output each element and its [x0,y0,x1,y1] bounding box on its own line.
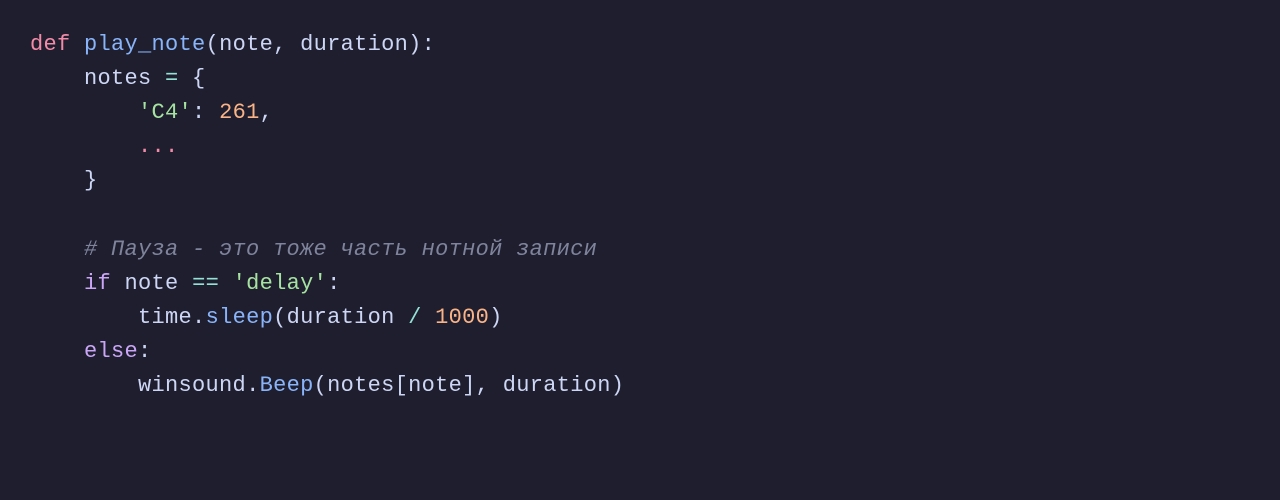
fn-sleep: sleep [206,305,274,330]
paren-close: ) [611,373,625,398]
indent [30,339,84,364]
dot: . [246,373,260,398]
brace-open: { [192,66,206,91]
function-name: play_note [84,32,206,57]
module-time: time [138,305,192,330]
comment: # Пауза - это тоже часть нотной записи [84,237,597,262]
string-delay: 'delay' [233,271,328,296]
indent [30,373,138,398]
bracket-close: ] [462,373,476,398]
param-duration: duration [300,32,408,57]
dot: . [192,305,206,330]
comma: , [273,32,300,57]
indent [30,168,84,193]
indent [30,271,84,296]
indent [30,134,138,159]
fn-beep: Beep [260,373,314,398]
paren-close: ) [408,32,422,57]
indent [30,237,84,262]
colon: : [192,100,219,125]
operator-eq: == [179,271,233,296]
var-notes: notes [327,373,395,398]
indent [30,66,84,91]
paren-open: ( [206,32,220,57]
code-block: def play_note(note, duration): notes = {… [0,0,1280,500]
comma: , [476,373,503,398]
indent [30,305,138,330]
arg-duration: duration [287,305,395,330]
dict-value: 261 [219,100,260,125]
colon: : [422,32,436,57]
comma: , [260,100,274,125]
var-note: note [125,271,179,296]
ellipsis: ... [138,134,179,159]
paren-open: ( [273,305,287,330]
arg-duration: duration [503,373,611,398]
key-note: note [408,373,462,398]
var-notes: notes [84,66,152,91]
dict-key: 'C4' [138,100,192,125]
param-note: note [219,32,273,57]
brace-close: } [84,168,98,193]
operator-eq: = [152,66,193,91]
operator-div: / [395,305,436,330]
colon: : [327,271,341,296]
paren-close: ) [489,305,503,330]
number-1000: 1000 [435,305,489,330]
colon: : [138,339,152,364]
bracket-open: [ [395,373,409,398]
space [111,271,125,296]
indent [30,100,138,125]
code-content: def play_note(note, duration): notes = {… [30,28,1250,403]
keyword-def: def [30,32,71,57]
keyword-if: if [84,271,111,296]
paren-open: ( [314,373,328,398]
module-winsound: winsound [138,373,246,398]
keyword-else: else [84,339,138,364]
